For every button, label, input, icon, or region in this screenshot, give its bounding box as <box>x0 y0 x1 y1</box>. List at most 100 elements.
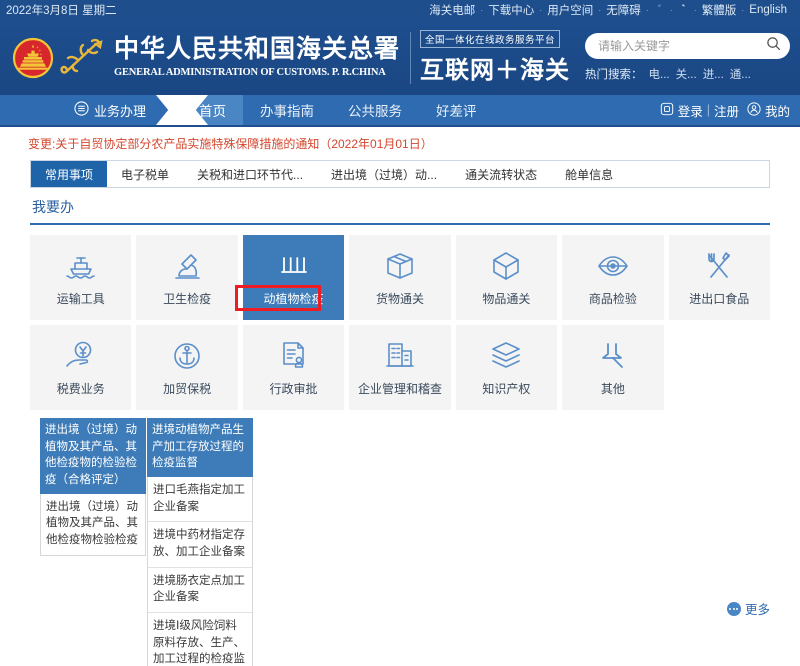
nav-account-area: 登录 | 注册 我的 <box>660 95 800 125</box>
panel-body: 进口毛燕指定加工企业备案 进境中药材指定存放、加工企业备案 进境肠衣定点加工企业… <box>147 477 253 666</box>
nav-item-review[interactable]: 好差评 <box>419 95 494 125</box>
books-icon <box>488 339 524 373</box>
tab-clearance-status[interactable]: 通关流转状态 <box>451 161 551 187</box>
national-emblem <box>12 37 54 79</box>
link-accessibility[interactable]: 无障碍 <box>601 2 646 18</box>
separator: · <box>670 5 673 15</box>
tile-transport-tools[interactable]: 运输工具 <box>30 235 131 320</box>
tab-entry-exit-animal[interactable]: 进出境（过境）动... <box>317 161 451 187</box>
more-link-label: 更多 <box>745 599 770 618</box>
hot-term-2[interactable]: 关... <box>676 66 697 82</box>
tab-manifest-info[interactable]: 舱单信息 <box>551 161 627 187</box>
login-icon <box>660 102 674 119</box>
tile-plant-animal-quarantine[interactable]: 动植物检疫 <box>243 235 344 320</box>
login-link[interactable]: 登录 <box>678 101 703 120</box>
platform-tagline: 全国一体化在线政务服务平台 <box>420 30 560 48</box>
tile-other[interactable]: 其他 <box>562 325 663 410</box>
hot-term-3[interactable]: 进... <box>703 66 724 82</box>
separator: · <box>646 5 649 15</box>
wechat-icon[interactable] <box>677 4 690 17</box>
tile-label: 税费业务 <box>57 380 105 397</box>
nav-hourglass-divider <box>156 95 182 125</box>
link-customs-mail[interactable]: 海关电邮 <box>424 2 480 18</box>
tile-enterprise-management-audit[interactable]: 企业管理和稽查 <box>349 325 450 410</box>
tile-label: 行政审批 <box>270 380 318 397</box>
main-content: 常用事项 电子税单 关税和进口环节代... 进出境（过境）动... 通关流转状态… <box>0 160 800 666</box>
tile-label: 企业管理和稽查 <box>358 380 442 397</box>
notice-banner[interactable]: 变更:关于自贸协定部分农产品实施特殊保障措施的通知（2022年01月01日） <box>0 127 800 160</box>
panel-body: 进出境（过境）动植物及其产品、其他检疫物检验检疫 <box>40 494 146 556</box>
tile-label: 卫生检疫 <box>163 290 211 307</box>
org-name-cn: 中华人民共和国海关总署 <box>114 37 400 63</box>
my-account-link[interactable]: 我的 <box>765 101 790 120</box>
weibo-icon[interactable] <box>653 4 666 17</box>
tile-label: 进出口食品 <box>689 290 749 307</box>
masthead-divider <box>410 32 411 84</box>
panel-item[interactable]: 进境肠衣定点加工企业备案 <box>148 568 252 613</box>
customs-caduceus-emblem <box>58 35 106 81</box>
register-link[interactable]: 注册 <box>714 101 739 120</box>
microscope-icon <box>169 249 205 283</box>
quarantine-dropdown-panels: 进出境（过境）动植物及其产品、其他检疫物的检验检疫（合格评定） 进出境（过境）动… <box>30 418 770 666</box>
hot-term-1[interactable]: 电... <box>649 66 670 82</box>
tile-label: 加贸保税 <box>163 380 211 397</box>
panel-item[interactable]: 进出境（过境）动植物及其产品、其他检疫物检验检疫 <box>41 494 145 555</box>
tab-tariff-import-tax[interactable]: 关税和进口环节代... <box>183 161 317 187</box>
panel-item[interactable]: 进境Ⅰ级风险饲料原料存放、生产、加工过程的检疫监督 <box>148 613 252 666</box>
section-title-to-handle: 我要办 <box>30 188 770 223</box>
user-icon <box>747 102 761 119</box>
tab-bar: 常用事项 电子税单 关税和进口环节代... 进出境（过境）动... 通关流转状态… <box>30 160 770 188</box>
hot-search: 热门搜索： 电... 关... 进... 通... <box>585 66 790 82</box>
tab-electronic-tax-bill[interactable]: 电子税单 <box>107 161 183 187</box>
link-download-center[interactable]: 下载中心 <box>483 2 539 18</box>
panel-production-supervision: 进境动植物产品生产加工存放过程的检疫监督 进口毛燕指定加工企业备案 进境中药材指… <box>147 418 253 666</box>
org-name-en: GENERAL ADMINISTRATION OF CUSTOMS. P. R.… <box>114 67 400 78</box>
tile-label: 知识产权 <box>482 380 530 397</box>
tile-health-quarantine[interactable]: 卫生检疫 <box>136 235 237 320</box>
ship-icon <box>63 249 99 283</box>
panel-inspection-quarantine: 进出境（过境）动植物及其产品、其他检疫物的检验检疫（合格评定） 进出境（过境）动… <box>40 418 146 666</box>
search-zone: 热门搜索： 电... 关... 进... 通... <box>585 33 790 82</box>
main-navigation: 业务办理 首页 办事指南 公共服务 好差评 登录 | 注册 我的 <box>0 95 800 127</box>
nav-item-public-service[interactable]: 公共服务 <box>331 95 419 125</box>
tile-cargo-clearance[interactable]: 货物通关 <box>349 235 450 320</box>
nav-business-handling[interactable]: 业务办理 <box>0 95 156 125</box>
link-user-space[interactable]: 用户空间 <box>542 2 598 18</box>
tab-common-items[interactable]: 常用事项 <box>31 161 107 187</box>
link-traditional-chinese[interactable]: 繁體版 <box>697 2 742 18</box>
page-root: 2022年3月8日 星期二 海关电邮 · 下载中心 · 用户空间 · 无障碍 ·… <box>0 0 800 666</box>
tile-label: 货物通关 <box>376 290 424 307</box>
tile-administrative-approval[interactable]: 行政审批 <box>243 325 344 410</box>
nav-item-guide[interactable]: 办事指南 <box>243 95 331 125</box>
panel-item[interactable]: 进口毛燕指定加工企业备案 <box>148 477 252 522</box>
tile-import-export-food[interactable]: 进出口食品 <box>669 235 770 320</box>
tile-tax-business[interactable]: 税费业务 <box>30 325 131 410</box>
panel-item[interactable]: 进境中药材指定存放、加工企业备案 <box>148 522 252 567</box>
more-link[interactable]: 更多 <box>727 599 770 618</box>
masthead: 中华人民共和国海关总署 GENERAL ADMINISTRATION OF CU… <box>0 20 800 95</box>
building-icon <box>382 339 418 373</box>
tile-label: 动植物检疫 <box>264 290 324 307</box>
search-input[interactable] <box>598 39 766 53</box>
search-box[interactable] <box>585 33 790 59</box>
more-dots-icon <box>727 602 741 616</box>
tile-processing-trade-bonded[interactable]: 加贸保税 <box>136 325 237 410</box>
hot-term-4[interactable]: 通... <box>730 66 751 82</box>
fork-knife-icon <box>701 249 737 283</box>
hot-search-label: 热门搜索： <box>585 66 643 82</box>
menu-icon <box>74 101 89 119</box>
tile-intellectual-property[interactable]: 知识产权 <box>456 325 557 410</box>
account-divider: | <box>707 103 710 117</box>
tile-commodity-inspection[interactable]: 商品检验 <box>562 235 663 320</box>
nav-business-label: 业务办理 <box>94 101 146 120</box>
platform-name: 互联网＋海关 <box>420 50 570 85</box>
link-english[interactable]: English <box>744 4 792 16</box>
anchor-icon <box>169 339 205 373</box>
plant-quarantine-icon <box>276 249 312 283</box>
tile-article-clearance[interactable]: 物品通关 <box>456 235 557 320</box>
top-utility-links: 海关电邮 · 下载中心 · 用户空间 · 无障碍 · · · 繁體版 · Eng… <box>424 2 792 18</box>
pin-icon <box>595 339 631 373</box>
tile-label: 商品检验 <box>589 290 637 307</box>
search-icon[interactable] <box>766 36 781 56</box>
tile-label: 其他 <box>601 380 625 397</box>
